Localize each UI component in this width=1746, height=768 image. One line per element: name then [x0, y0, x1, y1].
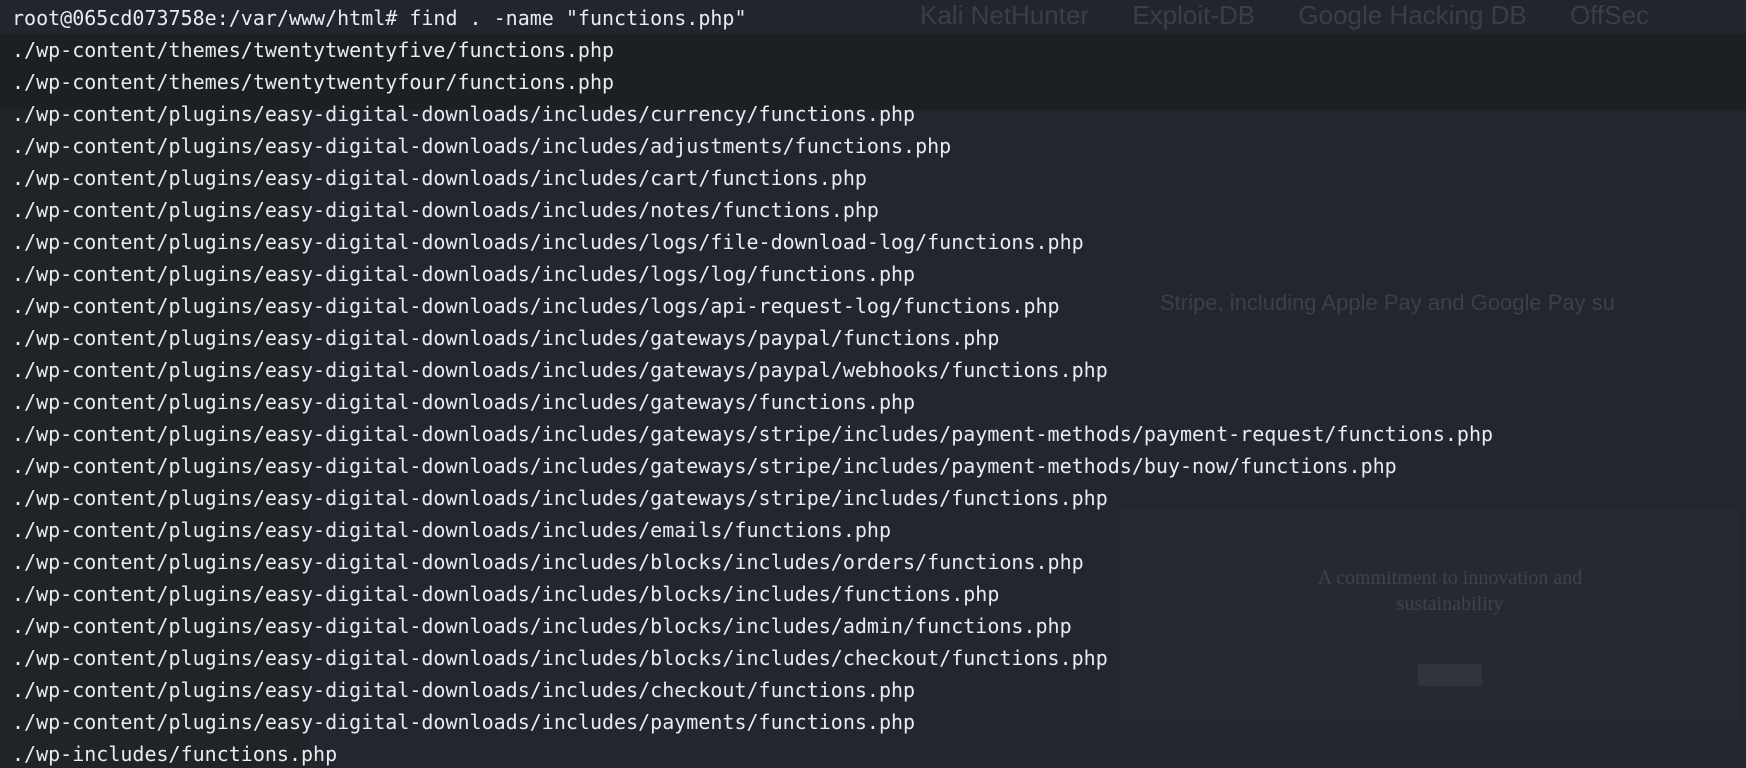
output-line: ./wp-content/plugins/easy-digital-downlo…: [12, 518, 891, 542]
output-line: ./wp-content/plugins/easy-digital-downlo…: [12, 582, 1000, 606]
output-line: ./wp-content/plugins/easy-digital-downlo…: [12, 646, 1108, 670]
command-line: root@065cd073758e:/var/www/html# find . …: [12, 2, 1746, 34]
output-line: ./wp-content/plugins/easy-digital-downlo…: [12, 134, 952, 158]
shell-prompt: root@065cd073758e:/var/www/html#: [12, 6, 398, 30]
command-output: ./wp-content/themes/twentytwentyfive/fun…: [12, 34, 1746, 768]
screen: Kali NetHunter Exploit-DB Google Hacking…: [0, 0, 1746, 768]
output-line: ./wp-content/plugins/easy-digital-downlo…: [12, 422, 1494, 446]
output-line: ./wp-content/plugins/easy-digital-downlo…: [12, 454, 1397, 478]
output-line: ./wp-content/plugins/easy-digital-downlo…: [12, 550, 1084, 574]
output-line: ./wp-content/plugins/easy-digital-downlo…: [12, 614, 1072, 638]
output-line: ./wp-content/plugins/easy-digital-downlo…: [12, 486, 1108, 510]
output-line: ./wp-content/themes/twentytwentyfive/fun…: [12, 38, 615, 62]
output-line: ./wp-content/plugins/easy-digital-downlo…: [12, 198, 879, 222]
terminal-window[interactable]: root@065cd073758e:/var/www/html# find . …: [0, 0, 1746, 768]
command-text: find . -name "functions.php": [397, 6, 747, 30]
output-line: ./wp-content/plugins/easy-digital-downlo…: [12, 294, 1060, 318]
output-line: ./wp-content/plugins/easy-digital-downlo…: [12, 326, 1000, 350]
output-line: ./wp-content/plugins/easy-digital-downlo…: [12, 166, 867, 190]
output-line: ./wp-includes/functions.php: [12, 742, 338, 766]
output-line: ./wp-content/plugins/easy-digital-downlo…: [12, 358, 1108, 382]
output-line: ./wp-content/plugins/easy-digital-downlo…: [12, 390, 916, 414]
output-line: ./wp-content/plugins/easy-digital-downlo…: [12, 230, 1084, 254]
output-line: ./wp-content/themes/twentytwentyfour/fun…: [12, 70, 615, 94]
output-line: ./wp-content/plugins/easy-digital-downlo…: [12, 262, 916, 286]
output-line: ./wp-content/plugins/easy-digital-downlo…: [12, 710, 916, 734]
output-line: ./wp-content/plugins/easy-digital-downlo…: [12, 678, 916, 702]
output-line: ./wp-content/plugins/easy-digital-downlo…: [12, 102, 916, 126]
